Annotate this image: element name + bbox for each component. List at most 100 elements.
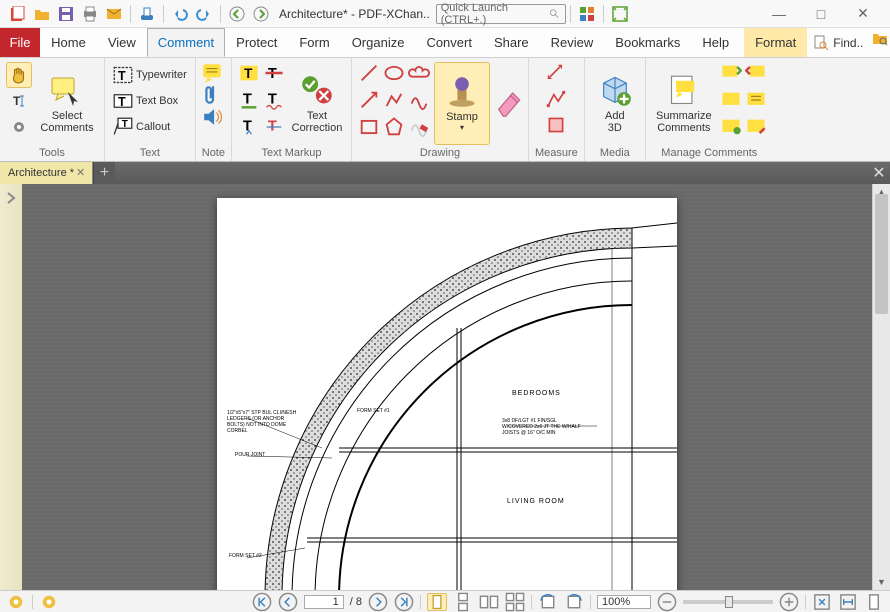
perimeter-icon[interactable] xyxy=(545,88,567,110)
undo-icon[interactable] xyxy=(170,4,190,24)
facing-continuous-icon[interactable] xyxy=(505,593,525,611)
arrow-icon[interactable] xyxy=(358,89,380,111)
vertical-scrollbar[interactable]: ▲ ▼ xyxy=(872,184,890,590)
new-tab-button[interactable]: + xyxy=(93,162,115,184)
text-correction-button[interactable]: Text Correction xyxy=(289,62,345,145)
options-left-icon[interactable] xyxy=(6,593,26,611)
quick-launch-search[interactable]: Quick Launch (CTRL+.) xyxy=(436,4,566,24)
callout-button[interactable]: TCallout xyxy=(111,114,189,140)
eraser-line-icon[interactable] xyxy=(408,116,430,138)
back-icon[interactable] xyxy=(227,4,247,24)
replace-text-icon[interactable]: T xyxy=(263,116,285,138)
oval-icon[interactable] xyxy=(383,62,405,84)
strikeout-icon[interactable]: T xyxy=(263,62,285,84)
actual-size-icon[interactable] xyxy=(864,593,884,611)
tab-review[interactable]: Review xyxy=(540,28,605,57)
settings-gear-icon[interactable] xyxy=(6,114,32,140)
maximize-button[interactable]: □ xyxy=(800,2,842,26)
line-icon[interactable] xyxy=(358,62,380,84)
area-icon[interactable] xyxy=(545,114,567,136)
attach-icon[interactable] xyxy=(202,84,224,106)
tab-home[interactable]: Home xyxy=(40,28,97,57)
comments-list-icon[interactable] xyxy=(745,89,767,111)
squiggly-icon[interactable]: T xyxy=(263,89,285,111)
zoom-input[interactable]: 100% xyxy=(597,595,651,609)
forward-icon[interactable] xyxy=(251,4,271,24)
zoom-out-icon[interactable] xyxy=(657,593,677,611)
highlight-icon[interactable]: T xyxy=(238,62,260,84)
hand-tool-icon[interactable] xyxy=(6,62,32,88)
open-icon[interactable] xyxy=(32,4,52,24)
import-comments-icon[interactable] xyxy=(720,62,742,84)
rect-icon[interactable] xyxy=(358,116,380,138)
document-tab[interactable]: Architecture * ✕ xyxy=(0,162,93,184)
zoom-slider-thumb[interactable] xyxy=(725,596,733,608)
search-folder-icon[interactable] xyxy=(871,28,888,48)
stamp-button[interactable]: Stamp ▾ xyxy=(434,62,490,145)
single-page-icon[interactable] xyxy=(427,593,447,611)
typewriter-button[interactable]: TTypewriter xyxy=(111,62,189,88)
tab-help[interactable]: Help xyxy=(691,28,740,57)
textbox-button[interactable]: TText Box xyxy=(111,88,189,114)
add-3d-button[interactable]: Add 3D xyxy=(591,62,639,145)
email-icon[interactable] xyxy=(104,4,124,24)
scroll-down-icon[interactable]: ▼ xyxy=(873,574,890,590)
facing-icon[interactable] xyxy=(479,593,499,611)
last-page-icon[interactable] xyxy=(394,593,414,611)
tab-format[interactable]: Format xyxy=(744,28,807,57)
save-icon[interactable] xyxy=(56,4,76,24)
minimize-button[interactable]: — xyxy=(758,2,800,26)
next-page-icon[interactable] xyxy=(368,593,388,611)
redo-icon[interactable] xyxy=(194,4,214,24)
export-comments-icon[interactable] xyxy=(745,62,767,84)
select-comments-button[interactable]: Select Comments xyxy=(36,62,98,145)
tab-comment[interactable]: Comment xyxy=(147,28,225,57)
pencil-icon[interactable] xyxy=(408,89,430,111)
zoom-in-icon[interactable] xyxy=(779,593,799,611)
find-button[interactable]: Find.. xyxy=(807,28,869,57)
eraser-big-icon[interactable] xyxy=(494,85,522,123)
fit-page-icon[interactable] xyxy=(812,593,832,611)
rotate-cw-icon[interactable] xyxy=(564,593,584,611)
group-media: Add 3D Media xyxy=(585,58,646,161)
zoom-slider[interactable] xyxy=(683,600,773,604)
tab-protect[interactable]: Protect xyxy=(225,28,288,57)
tab-organize[interactable]: Organize xyxy=(341,28,416,57)
distance-icon[interactable] xyxy=(545,62,567,84)
page-viewport[interactable]: BEDROOMS LIVING ROOM 1/2"x5"x7" STP BUL … xyxy=(22,184,872,590)
first-page-icon[interactable] xyxy=(252,593,272,611)
scroll-thumb[interactable] xyxy=(875,194,888,314)
text-select-icon[interactable]: T xyxy=(6,88,32,114)
close-button[interactable]: ✕ xyxy=(842,2,884,26)
prev-page-icon[interactable] xyxy=(278,593,298,611)
close-all-button[interactable]: ✕ xyxy=(868,162,890,184)
polygon-line-icon[interactable] xyxy=(383,89,405,111)
file-tab[interactable]: File xyxy=(0,28,40,57)
ui-options-icon[interactable] xyxy=(577,4,597,24)
options-right-icon[interactable] xyxy=(39,593,59,611)
sticky-note-icon[interactable] xyxy=(202,62,224,84)
tab-view[interactable]: View xyxy=(97,28,147,57)
fit-icon[interactable] xyxy=(610,4,630,24)
tab-share[interactable]: Share xyxy=(483,28,540,57)
page-number-input[interactable]: 1 xyxy=(304,595,344,609)
print-icon[interactable] xyxy=(80,4,100,24)
rotate-ccw-icon[interactable] xyxy=(538,593,558,611)
insert-text-icon[interactable]: T xyxy=(238,116,260,138)
comment-styles-icon[interactable] xyxy=(745,116,767,138)
tab-close-icon[interactable]: ✕ xyxy=(76,166,88,178)
cloud-icon[interactable] xyxy=(408,62,430,84)
scan-icon[interactable] xyxy=(137,4,157,24)
fit-width-icon[interactable] xyxy=(838,593,858,611)
continuous-icon[interactable] xyxy=(453,593,473,611)
panel-expand-icon[interactable] xyxy=(3,190,19,206)
show-comments-icon[interactable] xyxy=(720,89,742,111)
flatten-comments-icon[interactable] xyxy=(720,116,742,138)
underline-icon[interactable]: T xyxy=(238,89,260,111)
tab-convert[interactable]: Convert xyxy=(415,28,483,57)
summarize-button[interactable]: Summarize Comments xyxy=(652,62,716,145)
tab-form[interactable]: Form xyxy=(288,28,340,57)
polygon-icon[interactable] xyxy=(383,116,405,138)
tab-bookmarks[interactable]: Bookmarks xyxy=(604,28,691,57)
sound-icon[interactable] xyxy=(202,106,224,128)
